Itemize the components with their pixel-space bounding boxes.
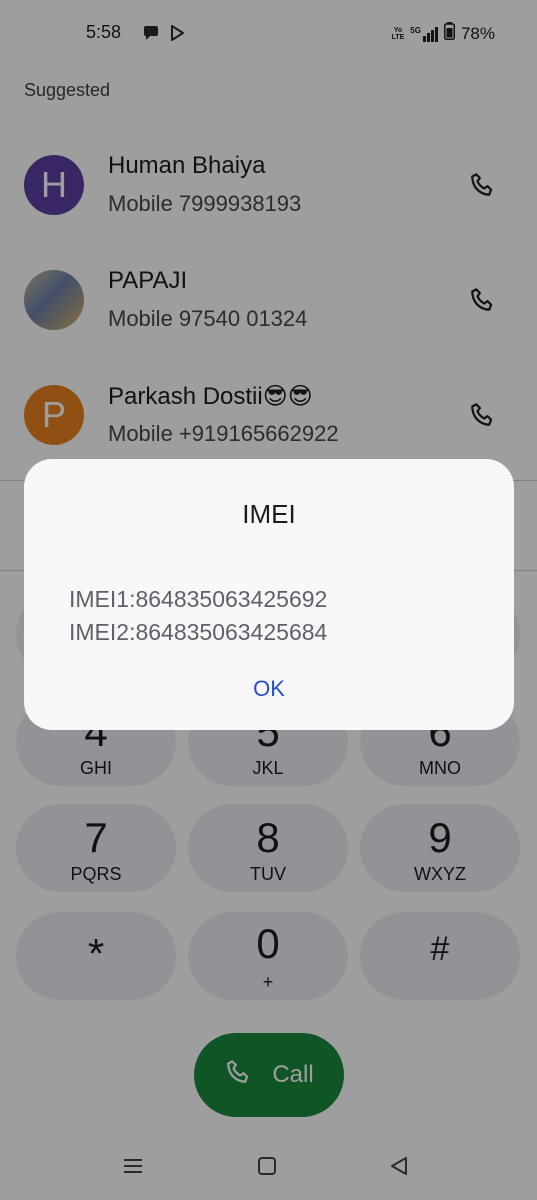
imei2-text: IMEI2:864835063425684 (69, 619, 328, 645)
dialog-title: IMEI (242, 499, 296, 529)
imei-dialog: IMEI IMEI1:864835063425692 IMEI2:8648350… (24, 459, 514, 730)
imei1-text: IMEI1:864835063425692 (69, 586, 328, 612)
ok-button[interactable]: OK (229, 669, 309, 709)
